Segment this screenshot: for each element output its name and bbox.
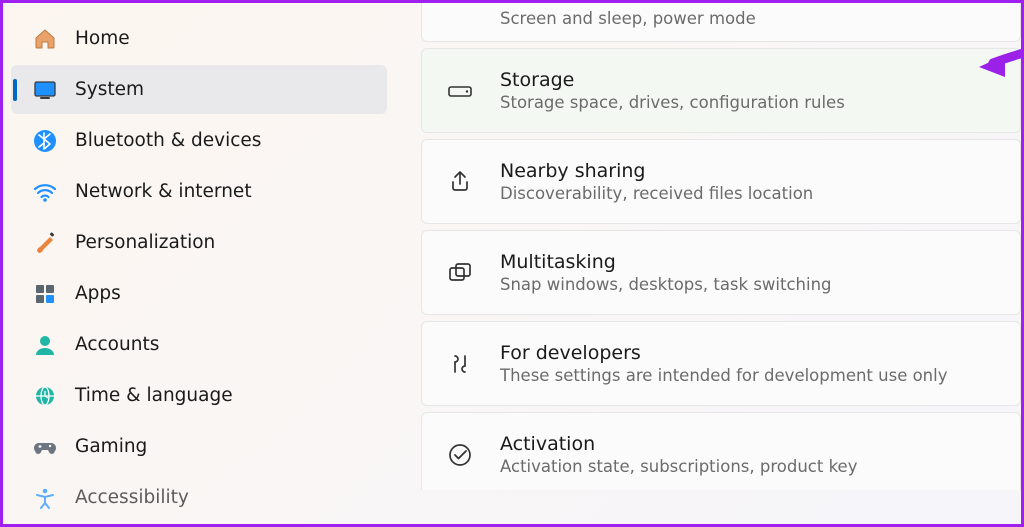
sidebar-item-label: Accessibility: [75, 487, 189, 508]
sidebar-item-label: Personalization: [75, 232, 215, 253]
gaming-icon: [33, 435, 57, 459]
card-title: For developers: [500, 342, 948, 364]
card-subtitle: Screen and sleep, power mode: [500, 9, 756, 28]
sidebar-item-accessibility[interactable]: Accessibility: [11, 473, 387, 522]
sidebar-item-label: Gaming: [75, 436, 147, 457]
home-icon: [33, 27, 57, 51]
sidebar-item-system[interactable]: System: [11, 65, 387, 114]
system-icon: [33, 78, 57, 102]
card-nearby-sharing[interactable]: Nearby sharing Discoverability, received…: [421, 139, 1021, 224]
personalization-icon: [33, 231, 57, 255]
sidebar-item-apps[interactable]: Apps: [11, 269, 387, 318]
activation-icon: [446, 441, 474, 469]
card-title: Multitasking: [500, 251, 832, 273]
sidebar-item-network[interactable]: Network & internet: [11, 167, 387, 216]
card-title: Activation: [500, 433, 857, 455]
sidebar-item-personalization[interactable]: Personalization: [11, 218, 387, 267]
storage-icon: [446, 77, 474, 105]
card-subtitle: Activation state, subscriptions, product…: [500, 457, 857, 476]
network-icon: [33, 180, 57, 204]
card-multitasking[interactable]: Multitasking Snap windows, desktops, tas…: [421, 230, 1021, 315]
sidebar-item-time-language[interactable]: Time & language: [11, 371, 387, 420]
card-storage[interactable]: Storage Storage space, drives, configura…: [421, 48, 1021, 133]
sidebar-item-label: System: [75, 79, 144, 100]
accounts-icon: [33, 333, 57, 357]
sidebar-item-gaming[interactable]: Gaming: [11, 422, 387, 471]
card-subtitle: These settings are intended for developm…: [500, 366, 948, 385]
sidebar-item-label: Bluetooth & devices: [75, 130, 261, 151]
card-title: Storage: [500, 69, 845, 91]
settings-sidebar: Home System Bluetooth & devices Network …: [3, 3, 395, 524]
sidebar-item-accounts[interactable]: Accounts: [11, 320, 387, 369]
settings-main: Screen and sleep, power mode Storage Sto…: [395, 3, 1021, 524]
card-subtitle: Discoverability, received files location: [500, 184, 813, 203]
card-subtitle: Storage space, drives, configuration rul…: [500, 93, 845, 112]
sidebar-item-label: Apps: [75, 283, 121, 304]
sidebar-item-bluetooth[interactable]: Bluetooth & devices: [11, 116, 387, 165]
share-icon: [446, 168, 474, 196]
accessibility-icon: [33, 486, 57, 510]
apps-icon: [33, 282, 57, 306]
card-developers[interactable]: For developers These settings are intend…: [421, 321, 1021, 406]
card-activation[interactable]: Activation Activation state, subscriptio…: [421, 412, 1021, 490]
sidebar-item-label: Home: [75, 28, 130, 49]
sidebar-item-label: Accounts: [75, 334, 159, 355]
sidebar-item-label: Time & language: [75, 385, 233, 406]
sidebar-item-home[interactable]: Home: [11, 14, 387, 63]
time-language-icon: [33, 384, 57, 408]
card-title: Nearby sharing: [500, 160, 813, 182]
card-power[interactable]: Screen and sleep, power mode: [421, 3, 1021, 42]
developer-icon: [446, 350, 474, 378]
multitask-icon: [446, 259, 474, 287]
bluetooth-icon: [33, 129, 57, 153]
power-icon: [446, 3, 474, 31]
card-subtitle: Snap windows, desktops, task switching: [500, 275, 832, 294]
sidebar-item-label: Network & internet: [75, 181, 252, 202]
